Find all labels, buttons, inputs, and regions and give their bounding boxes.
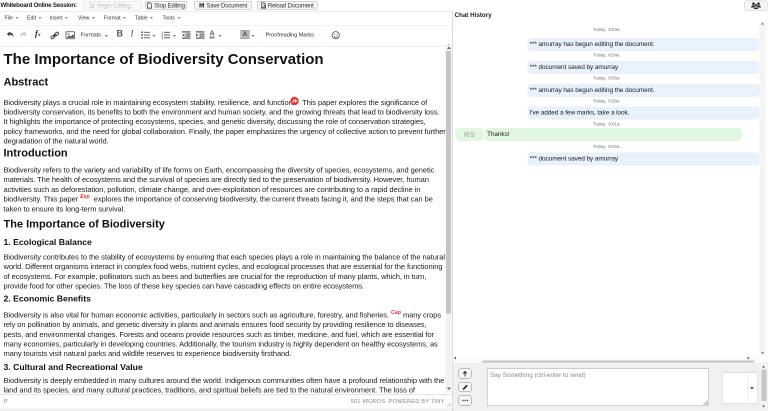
svg-text:3: 3 (161, 36, 163, 39)
